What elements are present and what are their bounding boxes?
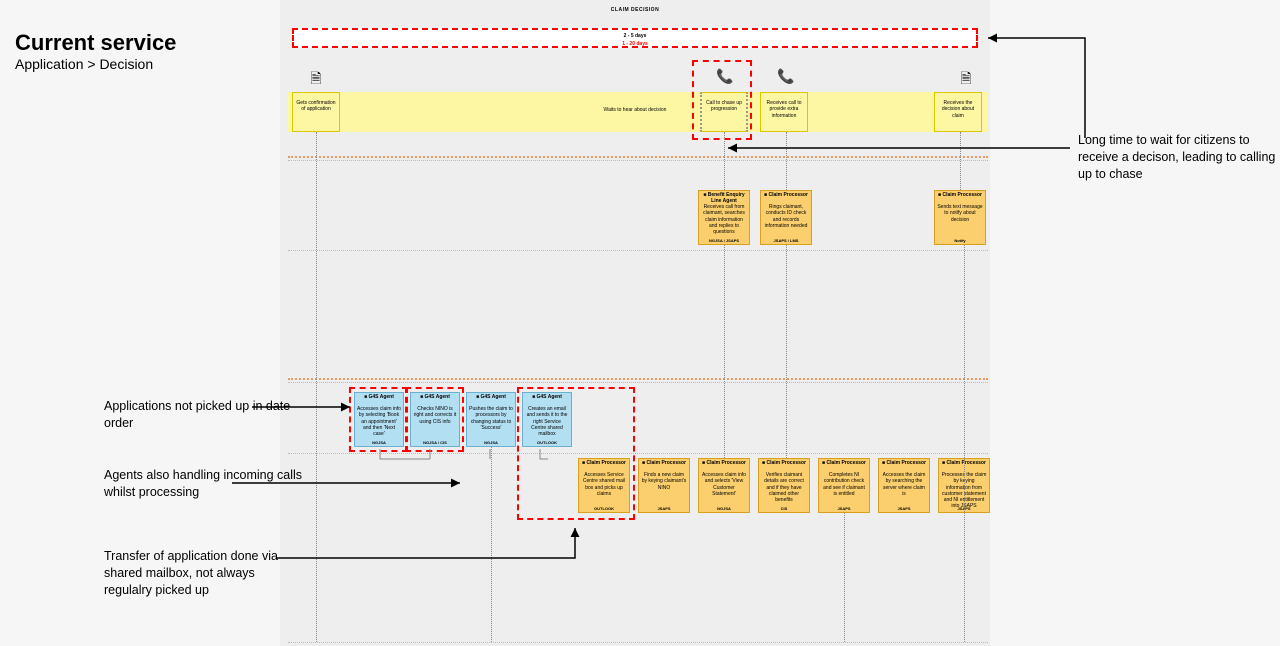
flow-line — [491, 447, 492, 642]
actor-card-cp: Claim Processor Accesses the claim by se… — [878, 458, 930, 513]
guide-line — [288, 156, 988, 158]
card-footer: OUTLOOK — [579, 506, 629, 511]
annotation: Agents also handling incoming calls whil… — [104, 467, 304, 501]
timeline-worst: 1 - 20 days — [622, 41, 648, 47]
actor-card-g4s: G4S Agent Checks NINO is right and corre… — [410, 392, 460, 447]
guide-line — [288, 382, 988, 383]
annotation: Long time to wait for citizens to receiv… — [1078, 132, 1278, 183]
card-footer: NGJSA / CIS — [411, 440, 459, 445]
flow-line — [786, 245, 787, 458]
phone-icon: 📞 — [716, 68, 732, 84]
annotation: Applications not picked up in date order — [104, 398, 304, 432]
phase-label: CLAIM DECISION — [292, 4, 978, 16]
role-label: Claim Processor — [761, 192, 811, 198]
card-footer: NGJSA — [355, 440, 403, 445]
role-label: Claim Processor — [699, 460, 749, 466]
role-label: G4S Agent — [355, 394, 403, 400]
citizen-step: Receives the decision about claim — [934, 92, 982, 132]
card-footer: OUTLOOK — [523, 440, 571, 445]
card-body: Rings claimant, conducts ID check and re… — [763, 204, 809, 229]
timeline-normal: 2 - 5 days — [624, 33, 647, 39]
card-body: Creates an email and sends it to the rig… — [525, 406, 569, 437]
card-footer: JSAPS / LMS — [761, 238, 811, 243]
actor-card-bel: Benefit Enquiry Line Agent Receives call… — [698, 190, 750, 245]
card-footer: JSAPS — [819, 506, 869, 511]
card-body: Accesses claim info by selecting 'Book a… — [357, 406, 401, 437]
flow-line — [960, 132, 961, 190]
actor-card-g4s: G4S Agent Pushes the claim to processors… — [466, 392, 516, 447]
page-title: Current service — [15, 30, 176, 56]
flow-line — [786, 132, 787, 190]
card-footer: JSAPS — [639, 506, 689, 511]
role-label: Claim Processor — [759, 460, 809, 466]
actor-card-cp: Claim Processor Finds a new claim by key… — [638, 458, 690, 513]
card-footer: NGJSA / JSAPS — [699, 238, 749, 243]
guide-line — [288, 160, 988, 161]
flow-line — [316, 132, 317, 642]
flow-line — [844, 513, 845, 642]
flow-line — [724, 132, 725, 190]
card-body: Accesses the claim by searching the serv… — [881, 472, 927, 497]
actor-card-g4s: G4S Agent Creates an email and sends it … — [522, 392, 572, 447]
role-label: Claim Processor — [639, 460, 689, 466]
card-footer: Notify — [935, 238, 985, 243]
card-footer: NGJSA — [467, 440, 515, 445]
card-body: Finds a new claim by keying claimant's N… — [641, 472, 687, 491]
actor-card-cp: Claim Processor Accesses claim info and … — [698, 458, 750, 513]
role-label: G4S Agent — [523, 394, 571, 400]
role-label: Claim Processor — [935, 192, 985, 198]
guide-line — [288, 453, 988, 454]
breadcrumb: Application > Decision — [15, 56, 153, 72]
card-body: Verifies claimant details are correct an… — [761, 472, 807, 503]
citizen-step: Waits to hear about decision — [575, 100, 695, 120]
arrow-icon — [980, 33, 1090, 163]
card-body: Completes NI contribution check and see … — [821, 472, 867, 497]
document-icon: 🗎 — [958, 68, 974, 84]
actor-card-cp: Claim Processor Rings claimant, conducts… — [760, 190, 812, 245]
card-footer: CIS — [759, 506, 809, 511]
actor-card-g4s: G4S Agent Accesses claim info by selecti… — [354, 392, 404, 447]
role-label: Claim Processor — [819, 460, 869, 466]
actor-card-cp: Claim Processor Completes NI contributio… — [818, 458, 870, 513]
annotation: Transfer of application done via shared … — [104, 548, 304, 599]
role-label: Benefit Enquiry Line Agent — [699, 192, 749, 205]
guide-line — [288, 642, 988, 643]
card-body: Receives call from claimant, searches cl… — [701, 204, 747, 235]
citizen-step: Receives call to provide extra informati… — [760, 92, 808, 132]
card-footer: JSAPS — [879, 506, 929, 511]
phone-icon: 📞 — [777, 68, 793, 84]
flow-line — [964, 245, 965, 642]
citizen-step-chase: Call to chase up progression — [700, 92, 748, 132]
card-footer: NGJSA — [699, 506, 749, 511]
card-body: Sends text message to notify about decis… — [937, 204, 983, 223]
role-label: G4S Agent — [467, 394, 515, 400]
actor-card-cp: Claim Processor Accesses Service Centre … — [578, 458, 630, 513]
card-body: Pushes the claim to processors by changi… — [469, 406, 513, 431]
guide-line — [288, 250, 988, 251]
document-icon: 🗎 — [308, 68, 324, 84]
role-label: G4S Agent — [411, 394, 459, 400]
card-body: Accesses claim info and selects 'View Cu… — [701, 472, 747, 497]
citizen-step: Gets confirmation of application — [292, 92, 340, 132]
guide-line — [288, 378, 988, 380]
card-body: Checks NINO is right and corrects it usi… — [413, 406, 457, 425]
role-label: Claim Processor — [579, 460, 629, 466]
timeline-bar: 2 - 5 days 1 - 20 days — [292, 28, 978, 48]
card-body: Accesses Service Centre shared mail box … — [581, 472, 627, 497]
flow-line — [724, 245, 725, 458]
role-label: Claim Processor — [879, 460, 929, 466]
actor-card-cp: Claim Processor Sends text message to no… — [934, 190, 986, 245]
actor-card-cp: Claim Processor Verifies claimant detail… — [758, 458, 810, 513]
